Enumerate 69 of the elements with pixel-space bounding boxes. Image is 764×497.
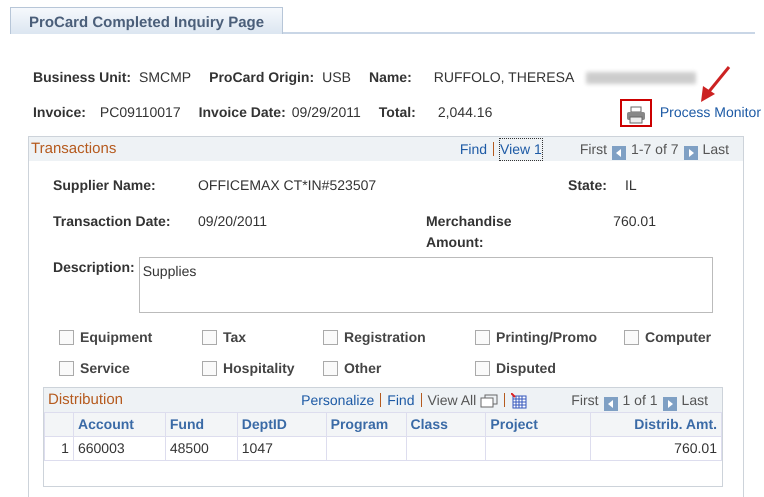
checkbox-label: Other	[344, 359, 382, 378]
personalize-link[interactable]: Personalize	[301, 390, 374, 410]
checkbox-label: Disputed	[496, 359, 556, 378]
first-label: First	[571, 390, 598, 410]
checkbox[interactable]	[59, 330, 74, 345]
field-value: OFFICEMAX CT*IN#523507	[198, 176, 378, 195]
arrow-icon	[698, 64, 732, 104]
checkbox-label: Equipment	[80, 328, 152, 347]
row-number: 1	[44, 436, 74, 460]
field-value: 09/29/2011	[292, 103, 361, 122]
first-label: First	[580, 140, 608, 158]
row-count: 1-7 of 7	[631, 140, 679, 158]
checkbox[interactable]	[323, 361, 338, 376]
field-value: 2,044.16	[438, 103, 492, 122]
checkbox[interactable]	[624, 330, 639, 345]
column-header: DeptID	[237, 412, 326, 436]
checkbox[interactable]	[202, 361, 217, 376]
checkbox-label: Hospitality	[223, 359, 295, 378]
table-cell: 660003	[73, 436, 166, 460]
column-header: Class	[406, 412, 486, 436]
field-label: ProCard Origin:	[209, 68, 314, 87]
field-value: SMCMP	[139, 68, 192, 87]
section-title: Transactions	[31, 138, 116, 159]
field-label: Merchandise Amount:	[426, 212, 513, 252]
checkbox-label: Registration	[344, 328, 426, 347]
field-label: Business Unit:	[33, 68, 132, 87]
view-link[interactable]: View 1	[500, 138, 542, 160]
checkbox-label: Computer	[645, 328, 712, 347]
column-header: Program	[326, 412, 406, 436]
printer-icon[interactable]	[620, 98, 652, 126]
description-field[interactable]: Supplies	[138, 257, 713, 313]
field-label: State:	[568, 176, 608, 195]
field-label: Name:	[368, 68, 412, 87]
section-title: Distribution	[48, 390, 124, 410]
page-tab[interactable]: ProCard Completed Inquiry Page	[10, 7, 284, 34]
field-value: RUFFOLO, THERESA	[434, 68, 574, 87]
field-value: USB	[322, 68, 351, 87]
last-label: Last	[702, 140, 729, 158]
field-value: 09/20/2011	[198, 212, 268, 231]
column-header: Account	[73, 412, 166, 436]
checkbox[interactable]	[475, 330, 490, 345]
field-label: Invoice Date:	[198, 103, 286, 122]
field-value: PC09110017	[100, 103, 181, 122]
field-value: IL	[625, 176, 638, 195]
find-link[interactable]: Find	[460, 138, 488, 160]
checkbox[interactable]	[475, 361, 490, 376]
field-value: 760.01	[612, 212, 656, 231]
table-cell: 760.01	[590, 436, 722, 460]
column-header: Fund	[165, 412, 238, 436]
field-label: Description:	[53, 258, 135, 277]
field-label: Total:	[378, 103, 416, 122]
process-monitor-link[interactable]: Process Monitor	[660, 102, 761, 123]
table-cell: 1047	[237, 436, 326, 460]
checkbox-label: Service	[80, 359, 130, 378]
last-label: Last	[682, 390, 708, 410]
table-cell: 48500	[165, 436, 238, 460]
row-count: 1 of 1	[622, 390, 658, 410]
view-all-link[interactable]: View All	[428, 390, 476, 410]
column-header: Project	[486, 412, 591, 436]
find-link[interactable]: Find	[387, 390, 414, 410]
field-label: Transaction Date:	[53, 212, 172, 231]
checkbox[interactable]	[59, 361, 74, 376]
field-label: Supplier Name:	[53, 176, 157, 195]
checkbox-label: Tax	[223, 328, 246, 347]
field-label: Invoice:	[33, 103, 86, 122]
checkbox[interactable]	[202, 330, 217, 345]
checkbox[interactable]	[323, 330, 338, 345]
checkbox-label: Printing/Promo	[496, 328, 598, 347]
column-header: Distrib. Amt.	[590, 412, 722, 436]
